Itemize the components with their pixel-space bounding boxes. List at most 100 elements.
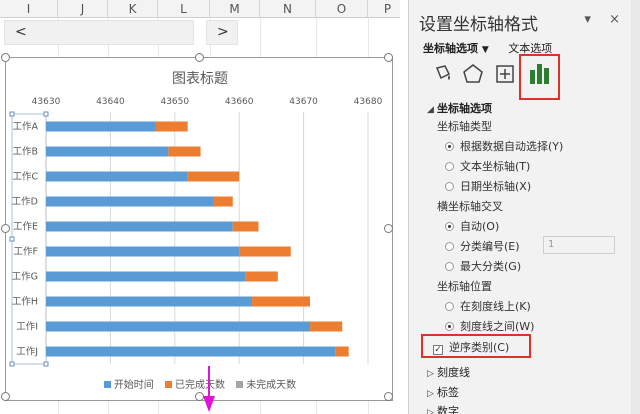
tab-axis-options[interactable]: 坐标轴选项 ▼ <box>423 40 489 56</box>
axis-selection-handle <box>43 361 49 367</box>
radio-button <box>445 242 454 251</box>
radio-axis-type-text[interactable]: 文本坐标轴(T) <box>445 158 530 174</box>
radio-cross-auto[interactable]: 自动(O) <box>445 218 499 234</box>
x-tick-label: 43650 <box>160 97 189 107</box>
chart-plot-area[interactable]: 43630 43640 43650 43660 43670 43680 工作A 工作B 工作C 工… <box>6 58 394 402</box>
radio-cross-category-number[interactable]: 分类编号(E) <box>445 238 520 254</box>
section-labels[interactable]: ▷ 标签 <box>427 384 459 400</box>
radio-cross-max-category-label: 最大分类(G) <box>460 260 522 273</box>
bar-done <box>252 296 311 307</box>
section-number[interactable]: ▷ 数字 <box>427 403 459 414</box>
section-axis-options[interactable]: ◢ 坐标轴选项 <box>427 100 492 116</box>
radio-axis-type-auto-label: 根据数据自动选择(Y) <box>460 140 564 153</box>
x-tick-label: 43660 <box>225 97 254 107</box>
radio-axis-type-date-label: 日期坐标轴(X) <box>460 180 532 193</box>
column-header-i[interactable]: I <box>0 0 58 18</box>
collapse-arrow-icon: ▷ <box>427 389 434 399</box>
bar-done <box>232 221 259 232</box>
section-number-label: 数字 <box>437 405 459 414</box>
annotation-arrow-icon <box>203 366 215 412</box>
legend-swatch-done <box>165 381 172 388</box>
resize-handle-bottom-left[interactable] <box>1 392 10 401</box>
legend-swatch-todo <box>236 381 244 388</box>
fill-icon[interactable] <box>429 60 457 88</box>
radio-axis-type-date[interactable]: 日期坐标轴(X) <box>445 178 531 194</box>
legend-item-start: 开始时间 <box>103 376 154 391</box>
legend-label-start: 开始时间 <box>113 380 154 391</box>
spreadsheet-area[interactable]: I J K L M N O P < > 图表标题 43630 43640 43650… <box>0 0 400 414</box>
expand-arrow-icon: ◢ <box>427 105 434 115</box>
bar-done <box>245 271 278 282</box>
radio-button <box>445 142 454 151</box>
axis-selection-handle <box>43 111 49 117</box>
scroll-left-button[interactable]: < <box>4 20 194 45</box>
axis-selection-handle <box>9 111 15 117</box>
bar-done <box>168 146 201 157</box>
column-header-k[interactable]: K <box>108 0 158 18</box>
bar-start <box>46 171 188 182</box>
pane-options-dropdown-icon[interactable]: ▾ <box>584 12 591 27</box>
close-icon[interactable]: × <box>609 12 620 27</box>
radio-axis-type-auto[interactable]: 根据数据自动选择(Y) <box>445 138 563 154</box>
resize-handle-left[interactable] <box>1 224 10 233</box>
resize-handle-top-right[interactable] <box>384 53 393 62</box>
bar-start <box>46 246 240 257</box>
pane-icon-row <box>419 54 619 100</box>
pentagon-icon[interactable] <box>459 60 487 88</box>
radio-position-on-tick-label: 在刻度线上(K) <box>460 300 531 313</box>
x-tick-label: 43680 <box>354 97 383 107</box>
category-label: 工作H <box>12 296 38 308</box>
column-header-row: I J K L M N O P <box>0 0 400 18</box>
x-tick-label: 43630 <box>32 97 61 107</box>
radio-button <box>445 262 454 271</box>
resize-handle-top[interactable] <box>195 53 204 62</box>
radio-button <box>445 162 454 171</box>
radio-button <box>445 222 454 231</box>
axis-type-label: 坐标轴类型 <box>437 120 492 133</box>
category-label: 工作G <box>12 271 38 283</box>
x-tick-label: 43670 <box>289 97 318 107</box>
radio-cross-category-number-label: 分类编号(E) <box>460 240 520 253</box>
size-properties-icon[interactable] <box>491 60 519 88</box>
legend-label-todo: 未完成天数 <box>246 380 297 391</box>
resize-handle-right[interactable] <box>384 224 393 233</box>
collapse-arrow-icon: ▷ <box>427 408 434 414</box>
column-header-n[interactable]: N <box>260 0 316 18</box>
section-labels-label: 标签 <box>437 386 459 399</box>
column-header-o[interactable]: O <box>316 0 368 18</box>
chevron-down-icon: ▼ <box>481 45 489 55</box>
bar-start <box>46 296 253 307</box>
resize-handle-top-left[interactable] <box>1 53 10 62</box>
category-label: 工作J <box>16 346 38 358</box>
tab-axis-options-label: 坐标轴选项 <box>423 42 478 55</box>
pane-title: 设置坐标轴格式 <box>419 15 538 35</box>
bar-start <box>46 346 336 357</box>
chart-legend[interactable]: 开始时间 已完成天数 未完成天数 <box>6 376 394 391</box>
radio-cross-max-category[interactable]: 最大分类(G) <box>445 258 521 274</box>
column-header-j[interactable]: J <box>58 0 108 18</box>
checkbox-reverse-categories[interactable]: ✓ 逆序类别(C) <box>433 339 509 355</box>
bar-start <box>46 321 311 332</box>
bar-done <box>155 121 188 132</box>
category-label: 工作E <box>13 221 38 233</box>
axis-selection-handle <box>9 236 15 242</box>
gantt-chart[interactable]: 图表标题 43630 43640 43650 43660 43670 43680 工作A 工作… <box>1 53 394 402</box>
pane-scrollbar[interactable] <box>631 0 640 414</box>
bar-start <box>46 271 246 282</box>
category-number-input[interactable]: 1 <box>543 236 615 254</box>
radio-position-between-tick[interactable]: 刻度线之间(W) <box>445 318 534 334</box>
column-header-m[interactable]: M <box>210 0 260 18</box>
bar-start <box>46 221 233 232</box>
axis-selection-handle <box>9 361 15 367</box>
radio-axis-type-text-label: 文本坐标轴(T) <box>460 160 531 173</box>
radio-position-on-tick[interactable]: 在刻度线上(K) <box>445 298 531 314</box>
legend-item-todo: 未完成天数 <box>236 376 296 391</box>
format-axis-pane[interactable]: 设置坐标轴格式 ▾ × 坐标轴选项 ▼ 文本选项 ◢ 坐标轴选项 坐标轴类型 根据… <box>408 0 640 414</box>
column-header-l[interactable]: L <box>158 0 210 18</box>
resize-handle-bottom-right[interactable] <box>384 392 393 401</box>
column-header-p[interactable]: P <box>368 0 400 18</box>
section-tick-marks[interactable]: ▷ 刻度线 <box>427 364 470 380</box>
scroll-right-button[interactable]: > <box>206 20 238 45</box>
axis-cross-label: 横坐标轴交叉 <box>437 200 503 213</box>
legend-swatch-start <box>103 381 111 388</box>
